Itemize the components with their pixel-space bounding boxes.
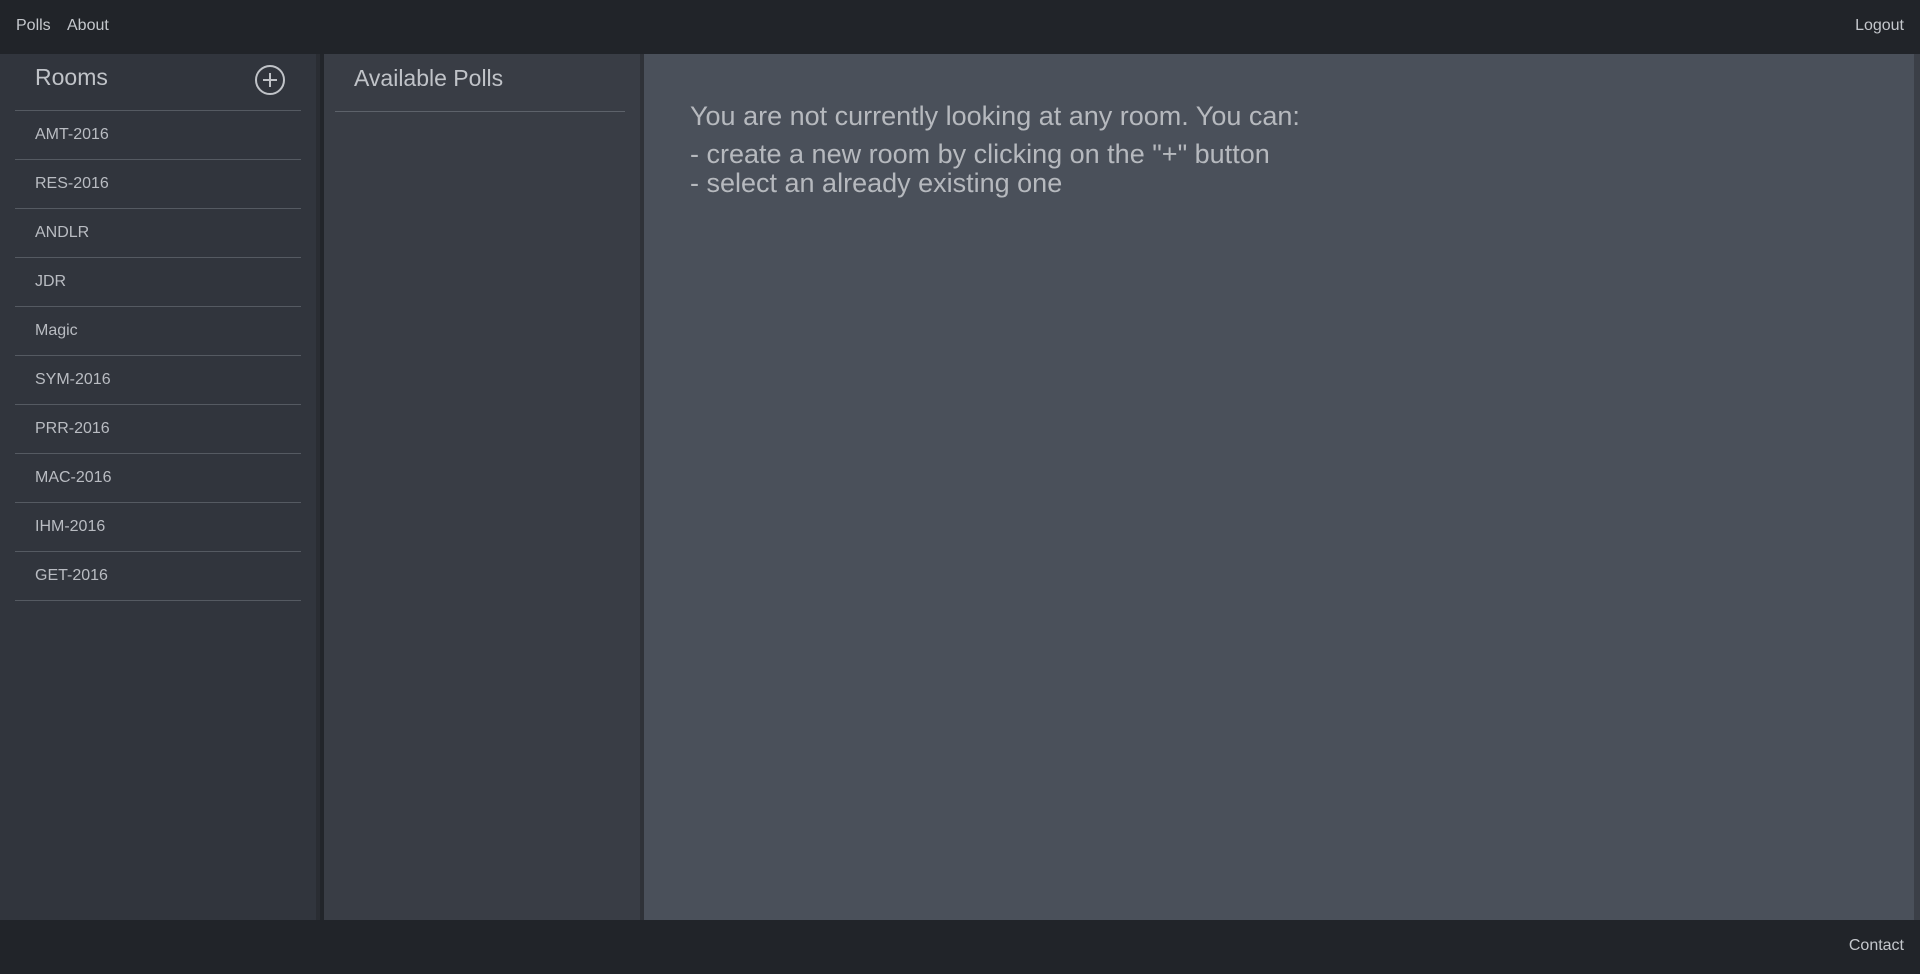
empty-state-option-create: - create a new room by clicking on the "… <box>690 138 1270 169</box>
polls-panel: Available Polls <box>324 54 644 920</box>
top-navbar: Polls About Logout <box>0 0 1920 54</box>
room-item[interactable]: RES-2016 <box>15 160 301 209</box>
room-item[interactable]: PRR-2016 <box>15 405 301 454</box>
nav-link-about[interactable]: About <box>67 17 109 35</box>
room-item[interactable]: JDR <box>15 258 301 307</box>
empty-state-intro: You are not currently looking at any roo… <box>690 101 1300 131</box>
logout-link[interactable]: Logout <box>1855 17 1904 35</box>
rooms-sidebar: Rooms AMT-2016 RES-2016 ANDLR JDR Magic SYM-2… <box>0 54 320 920</box>
room-item[interactable]: MAC-2016 <box>15 454 301 503</box>
room-list: AMT-2016 RES-2016 ANDLR JDR Magic SYM-2016 PRR… <box>15 111 301 601</box>
empty-state-message: You are not currently looking at any roo… <box>690 101 1300 199</box>
main-content: You are not currently looking at any roo… <box>644 54 1914 920</box>
rooms-header: Rooms <box>15 54 301 111</box>
room-item[interactable]: AMT-2016 <box>15 111 301 160</box>
rooms-title: Rooms <box>35 64 108 90</box>
scrollbar-track[interactable] <box>1914 54 1920 920</box>
footer: Contact <box>0 920 1920 974</box>
polls-header: Available Polls <box>335 54 625 112</box>
add-room-button[interactable] <box>255 65 285 95</box>
empty-state-option-select: - select an already existing one <box>690 168 1063 199</box>
polls-title: Available Polls <box>354 65 504 91</box>
room-item[interactable]: IHM-2016 <box>15 503 301 552</box>
room-item[interactable]: GET-2016 <box>15 552 301 601</box>
nav-link-polls[interactable]: Polls <box>16 17 51 35</box>
contact-link[interactable]: Contact <box>1849 937 1904 955</box>
room-item[interactable]: ANDLR <box>15 209 301 258</box>
plus-circle-icon <box>263 73 277 87</box>
room-item[interactable]: Magic <box>15 307 301 356</box>
room-item[interactable]: SYM-2016 <box>15 356 301 405</box>
